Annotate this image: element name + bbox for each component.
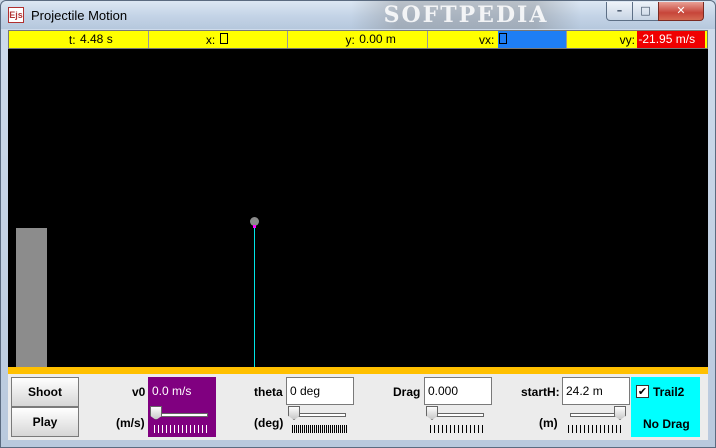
v0-label: v0 <box>132 385 146 399</box>
status-vx-label: vx: <box>479 33 495 47</box>
starth-label: startH: <box>521 385 560 399</box>
shoot-button[interactable]: Shoot <box>11 377 79 407</box>
status-y-label: y: <box>345 33 355 47</box>
app-icon: Ejs <box>8 7 24 23</box>
projectile-trail <box>254 225 255 367</box>
drag-slider-track <box>432 413 484 417</box>
ground-strip <box>8 367 708 374</box>
no-drag-label[interactable]: No Drag <box>643 417 690 431</box>
theta-input[interactable]: 0 deg <box>286 377 354 405</box>
status-y-value: 0.00 m <box>359 32 396 46</box>
drag-slider-thumb[interactable] <box>426 406 438 420</box>
launch-tower <box>16 228 47 367</box>
starth-slider-thumb[interactable] <box>614 406 626 420</box>
maximize-button[interactable]: □ <box>632 2 659 21</box>
drag-slider[interactable] <box>424 405 492 437</box>
status-vy-label: vy: <box>619 33 635 47</box>
starth-input[interactable]: 24.2 m <box>562 377 630 405</box>
status-t-value: 4.48 s <box>80 32 113 46</box>
v0-slider-track <box>156 413 208 417</box>
theta-label: theta <box>254 385 283 399</box>
status-t-label: t: <box>68 33 76 47</box>
trail2-label: Trail2 <box>653 385 685 399</box>
theta-slider[interactable] <box>286 405 354 437</box>
status-x-label: x: <box>205 33 216 47</box>
theta-slider-thumb[interactable] <box>288 406 300 420</box>
status-x: x: <box>149 31 289 48</box>
trail2-checkbox[interactable]: ✔ <box>636 385 649 398</box>
v0-input[interactable]: 0.0 m/s <box>148 377 216 405</box>
projectile-marker <box>253 225 256 228</box>
play-button[interactable]: Play <box>11 407 79 437</box>
v0-slider-thumb[interactable] <box>150 406 162 420</box>
v0-slider[interactable] <box>148 405 216 437</box>
title-bar[interactable]: Ejs Projectile Motion SOFTPEDIA – □ ✕ <box>1 1 715 29</box>
theta-slider-ticks <box>292 425 348 433</box>
softpedia-watermark: SOFTPEDIA <box>351 1 581 29</box>
v0-slider-ticks <box>154 425 210 433</box>
status-vx-value <box>497 31 566 48</box>
status-vx: vx: <box>428 31 568 48</box>
starth-unit-label: (m) <box>539 416 558 430</box>
status-x-value <box>219 31 287 48</box>
status-vy-value: -21.95 m/s <box>637 31 706 48</box>
drag-label: Drag <box>393 385 421 399</box>
drag-slider-ticks <box>430 425 486 433</box>
status-y: y: 0.00 m <box>288 31 428 48</box>
window-title: Projectile Motion <box>31 8 128 23</box>
simulation-canvas[interactable] <box>8 49 708 367</box>
status-vy: vy: -21.95 m/s <box>567 31 707 48</box>
minimize-button[interactable]: – <box>606 2 633 21</box>
status-bar: t: 4.48 s x: y: 0.00 m vx: vy: -21.95 m/… <box>8 30 708 49</box>
status-t: t: 4.48 s <box>9 31 149 48</box>
starth-slider[interactable] <box>562 405 630 437</box>
options-panel: ✔ Trail2 No Drag <box>631 377 700 437</box>
theta-slider-track <box>294 413 346 417</box>
theta-unit-label: (deg) <box>254 416 284 430</box>
starth-slider-ticks <box>568 425 624 433</box>
drag-input[interactable]: 0.000 <box>424 377 492 405</box>
close-button[interactable]: ✕ <box>658 2 704 21</box>
v0-unit-label: (m/s) <box>116 416 145 430</box>
